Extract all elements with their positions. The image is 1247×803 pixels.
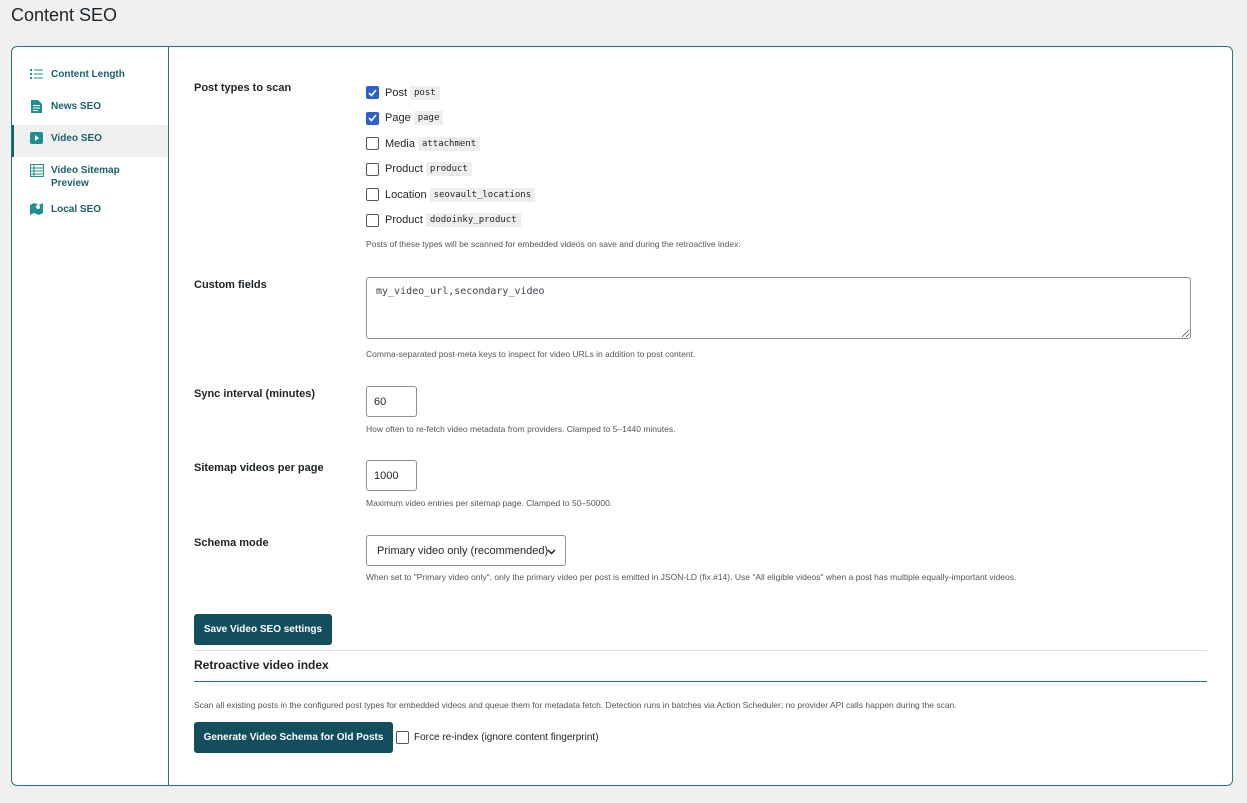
main-content: Post types to scan Post post Page page M…: [194, 47, 1232, 785]
option-slug: post: [410, 85, 440, 100]
force-reindex-option[interactable]: Force re-index (ignore content fingerpri…: [396, 731, 599, 744]
post-types-list: Post post Page page Media attachment Pro…: [366, 80, 741, 249]
select-value: Primary video only (recommended): [377, 544, 549, 557]
post-type-option-post[interactable]: Post post: [366, 80, 741, 106]
checkbox[interactable]: [366, 86, 379, 100]
sync-interval-input[interactable]: [366, 386, 417, 417]
option-slug: product: [425, 162, 472, 177]
section-divider: [194, 681, 1207, 682]
post-type-option-dodoinky-product[interactable]: Product dodoinky_product: [366, 208, 741, 234]
checkbox[interactable]: [366, 162, 379, 176]
sitemap-per-page-label: Sitemap videos per page: [194, 462, 324, 474]
sitemap-per-page-input[interactable]: [366, 460, 417, 491]
schema-mode-label: Schema mode: [194, 537, 269, 549]
sidebar-item-label: Content Length: [51, 69, 125, 80]
table-icon: [29, 163, 44, 177]
chevron-down-icon: [547, 546, 556, 558]
force-reindex-label: Force re-index (ignore content fingerpri…: [414, 732, 599, 743]
custom-fields-textarea[interactable]: my_video_url,secondary_video: [366, 277, 1191, 339]
post-types-help: Posts of these types will be scanned for…: [366, 239, 741, 249]
option-label: Location: [385, 188, 427, 201]
sidebar-item-content-length[interactable]: Content Length: [12, 61, 168, 93]
post-type-option-product[interactable]: Product product: [366, 157, 741, 183]
checkbox[interactable]: [366, 137, 379, 151]
list-icon: [29, 67, 44, 81]
save-settings-button[interactable]: Save Video SEO settings: [194, 614, 332, 645]
map-icon: [29, 202, 44, 216]
schema-mode-help: When set to "Primary video only", only t…: [366, 572, 1017, 582]
sidebar-nav: Content Length News SEO Video SEO Video …: [12, 47, 169, 785]
schema-mode-select[interactable]: Primary video only (recommended): [366, 535, 566, 566]
sitemap-per-page-help: Maximum video entries per sitemap page. …: [366, 498, 613, 508]
settings-panel: Content Length News SEO Video SEO Video …: [11, 46, 1233, 786]
option-label: Page: [385, 112, 411, 125]
option-label: Product: [385, 163, 423, 176]
force-reindex-checkbox[interactable]: [396, 731, 409, 744]
post-types-label: Post types to scan: [194, 82, 292, 94]
option-label: Product: [385, 214, 423, 227]
option-slug: seovault_locations: [429, 187, 536, 202]
sync-interval-label: Sync interval (minutes): [194, 388, 316, 400]
page-title: Content SEO: [11, 5, 118, 25]
generate-video-schema-button[interactable]: Generate Video Schema for Old Posts: [194, 722, 393, 753]
divider: [194, 650, 1207, 651]
option-label: Media: [385, 137, 415, 150]
retro-description: Scan all existing posts in the configure…: [194, 700, 957, 710]
custom-fields-label: Custom fields: [194, 279, 267, 291]
sync-interval-help: How often to re-fetch video metadata fro…: [366, 424, 676, 434]
sidebar-item-news-seo[interactable]: News SEO: [12, 93, 168, 125]
custom-fields-help: Comma-separated post-meta keys to inspec…: [366, 349, 696, 359]
sidebar-item-label: Video Sitemap Preview: [51, 165, 120, 189]
retro-section-title: Retroactive video index: [194, 658, 329, 672]
sidebar-item-label: News SEO: [51, 101, 102, 112]
checkbox[interactable]: [366, 213, 379, 227]
post-type-option-location[interactable]: Location seovault_locations: [366, 182, 741, 208]
post-type-option-media[interactable]: Media attachment: [366, 131, 741, 157]
checkbox[interactable]: [366, 188, 379, 202]
checkbox[interactable]: [366, 111, 379, 125]
sidebar-item-video-seo[interactable]: Video SEO: [12, 125, 168, 157]
option-slug: page: [413, 111, 444, 126]
option-slug: dodoinky_product: [425, 213, 521, 228]
sidebar-item-video-sitemap-preview[interactable]: Video Sitemap Preview: [12, 157, 168, 196]
post-type-option-page[interactable]: Page page: [366, 106, 741, 132]
option-slug: attachment: [417, 136, 481, 151]
document-icon: [29, 99, 44, 113]
play-icon: [29, 131, 44, 145]
option-label: Post: [385, 86, 408, 99]
sidebar-item-label: Video SEO: [51, 133, 102, 144]
sidebar-item-label: Local SEO: [51, 204, 102, 215]
sidebar-item-local-seo[interactable]: Local SEO: [12, 196, 168, 228]
